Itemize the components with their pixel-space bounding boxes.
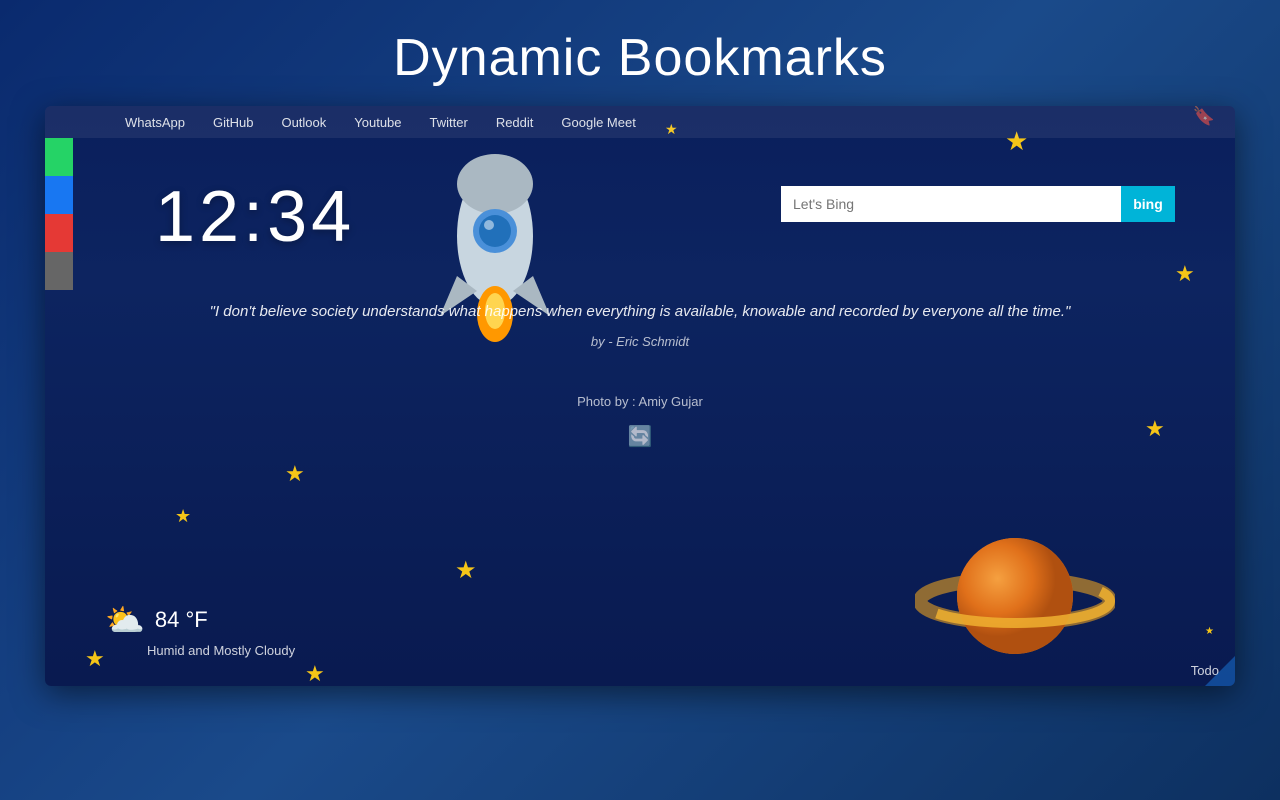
weather-icon: ⛅ bbox=[105, 601, 145, 639]
rocket-illustration bbox=[385, 146, 605, 366]
photo-credit: Photo by : Amiy Gujar bbox=[105, 394, 1175, 409]
triangle-decoration bbox=[1205, 656, 1235, 686]
nav-link-google-meet[interactable]: Google Meet bbox=[561, 115, 635, 130]
star-3: ★ bbox=[1145, 416, 1165, 442]
quote-text: "I don't believe society understands wha… bbox=[105, 301, 1175, 324]
sidebar-green-button[interactable] bbox=[45, 138, 73, 176]
navbar: WhatsApp GitHub Outlook Youtube Twitter Reddi… bbox=[45, 106, 1235, 138]
sidebar bbox=[45, 138, 73, 290]
star-8: ★ bbox=[305, 661, 325, 686]
search-button[interactable]: bing bbox=[1121, 186, 1175, 222]
star-6: ★ bbox=[455, 556, 477, 585]
star-5: ★ bbox=[175, 506, 191, 527]
search-container: bing bbox=[781, 186, 1175, 222]
sidebar-gray-button[interactable] bbox=[45, 252, 73, 290]
clock-display: 12:34 bbox=[155, 176, 355, 258]
weather-temperature: 84 °F bbox=[155, 607, 208, 633]
browser-window: 🔖 WhatsAppGitHubOutlookYoutubeTwitterRed… bbox=[45, 106, 1235, 686]
sidebar-blue-button[interactable] bbox=[45, 176, 73, 214]
nav-link-twitter[interactable]: Twitter bbox=[430, 115, 468, 130]
weather-widget: ⛅ 84 °F Humid and Mostly Cloudy bbox=[105, 601, 295, 658]
nav-link-outlook[interactable]: Outlook bbox=[281, 115, 326, 130]
nav-link-whatsapp[interactable]: WhatsApp bbox=[125, 115, 185, 130]
search-input[interactable] bbox=[781, 186, 1121, 222]
sidebar-red-button[interactable] bbox=[45, 214, 73, 252]
page-title: Dynamic Bookmarks bbox=[393, 28, 887, 88]
star-7: ★ bbox=[85, 646, 105, 672]
star-2: ★ bbox=[1175, 261, 1195, 287]
nav-link-github[interactable]: GitHub bbox=[213, 115, 253, 130]
star-9: ★ bbox=[1205, 626, 1214, 637]
planet-illustration bbox=[915, 506, 1115, 666]
weather-description: Humid and Mostly Cloudy bbox=[147, 643, 295, 658]
quote-author: by - Eric Schmidt bbox=[105, 334, 1175, 349]
nav-link-youtube[interactable]: Youtube bbox=[354, 115, 401, 130]
refresh-icon[interactable]: 🔄 bbox=[628, 424, 653, 449]
nav-link-reddit[interactable]: Reddit bbox=[496, 115, 534, 130]
star-4: ★ bbox=[285, 461, 305, 487]
